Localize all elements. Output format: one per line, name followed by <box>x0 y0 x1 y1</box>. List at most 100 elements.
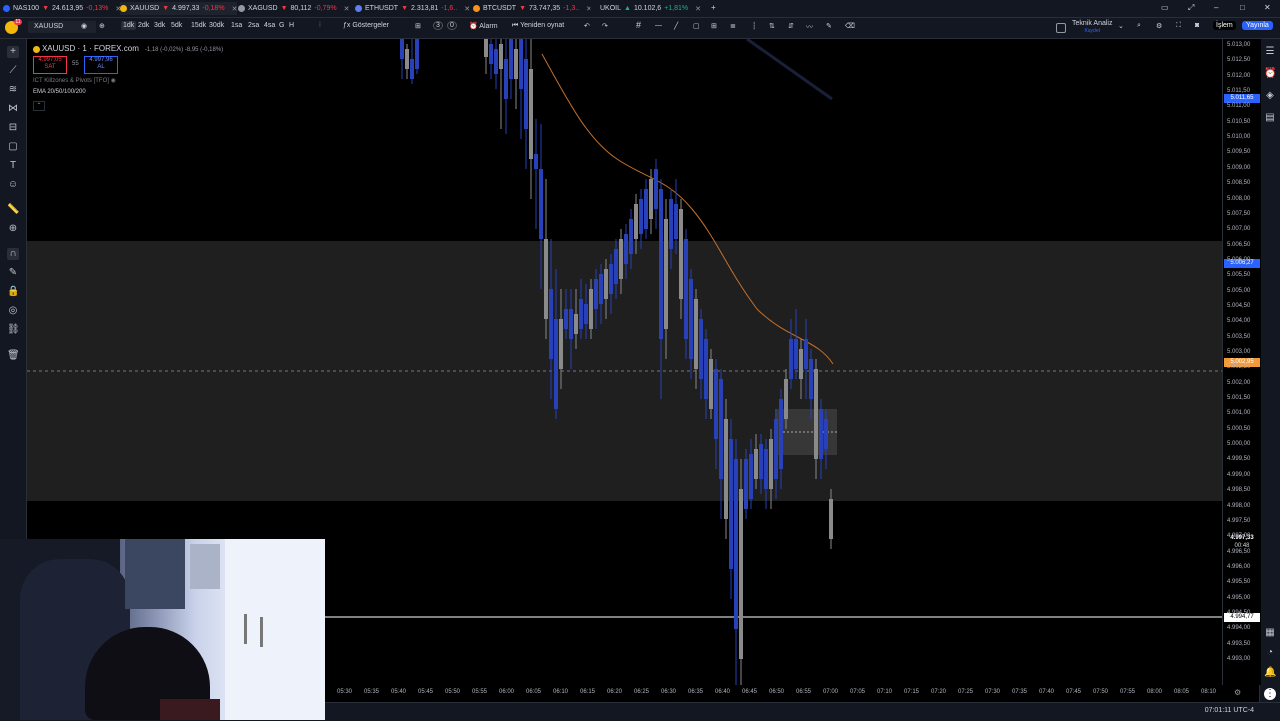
chart-type-icon[interactable]: ⫶ <box>319 22 321 30</box>
lock-icon[interactable]: 🔒 <box>7 286 19 298</box>
indicator-ema[interactable]: EMA 20/50/100/200 <box>33 89 86 95</box>
indicator-ict-killzones[interactable]: ICT Killzones & Pivots [TFO] ◉ <box>33 77 116 84</box>
clock-status[interactable]: 07:01:11 UTC-4 <box>1205 707 1254 714</box>
long-position-icon[interactable]: ⇅ <box>769 22 775 30</box>
templates-icon[interactable]: ⊞ <box>415 22 421 30</box>
time-tick-label: 07:45 <box>1066 689 1082 695</box>
eraser-tool-icon[interactable]: ⌫ <box>845 22 855 30</box>
alarm-button[interactable]: ⏰ Alarm <box>469 22 498 30</box>
brush-tool-icon[interactable]: ✎ <box>826 22 832 30</box>
rectangle-tool-icon[interactable]: ▢ <box>693 22 700 30</box>
eye-icon[interactable]: ◉ <box>111 78 116 84</box>
indicator-count-badge-2: 0 <box>447 21 457 30</box>
visibility-icon[interactable]: ◎ <box>7 305 19 317</box>
tab-nas100[interactable]: NAS100 ▼ 24.613,95 -0,13% ✕ <box>3 2 121 15</box>
analysis-checkbox[interactable] <box>1056 23 1066 33</box>
timeframe-1sa[interactable]: 1sa <box>231 22 242 29</box>
timeframe-1dk[interactable]: 1dk <box>121 21 137 30</box>
settings-icon[interactable]: ⚙ <box>1156 22 1162 30</box>
replay-label: Yeniden oynat <box>520 22 565 29</box>
tab-ukoil[interactable]: UKOIL ▲ 10.102,6 +1,81% ✕ <box>590 2 701 15</box>
trendline-tool-icon[interactable]: ╱ <box>674 22 678 30</box>
grid-tool-icon[interactable]: # <box>636 20 641 30</box>
timeframe-2dk[interactable]: 2dk <box>138 22 149 29</box>
layers-icon[interactable]: ◈ <box>1264 90 1276 102</box>
close-tab-icon[interactable]: ✕ <box>344 5 350 13</box>
price-axis[interactable]: 5.011,65 5.006,27 5.002,95 4.997,33 00:4… <box>1222 39 1261 685</box>
indicator-count-badge: 3 <box>433 21 443 30</box>
camera-icon[interactable]: ◙ <box>1195 22 1199 29</box>
ruler-icon[interactable]: 📏 <box>7 204 19 216</box>
trendline-icon[interactable]: ⟋ <box>7 65 19 77</box>
timeframe-4sa[interactable]: 4sa <box>264 22 275 29</box>
path-tool-icon[interactable]: 〰 <box>806 22 813 32</box>
trade-button[interactable]: İşlem <box>1213 21 1236 30</box>
sell-button[interactable]: 4.997,05 SAT <box>33 56 67 74</box>
close-tab-icon[interactable]: ✕ <box>464 5 470 13</box>
timeframe-G[interactable]: G <box>279 22 284 29</box>
bell-icon[interactable]: 🔔 <box>1264 667 1276 679</box>
timeframe-2sa[interactable]: 2sa <box>248 22 259 29</box>
indicators-label: Göstergeler <box>352 22 389 29</box>
tab-ethusdt[interactable]: ETHUSDT ▼ 2.313,81 -1,6.. ✕ <box>355 2 470 15</box>
minimize-icon[interactable]: – <box>1214 3 1218 12</box>
pulse-icon[interactable]: ◔ <box>1264 647 1276 659</box>
close-tab-icon[interactable]: ✕ <box>232 5 238 13</box>
timeframe-3dk[interactable]: 3dk <box>154 22 165 29</box>
watchlist-icon[interactable]: ☰ <box>1264 46 1276 58</box>
buy-button[interactable]: 4.997,96 AL <box>84 56 118 74</box>
fib-icon[interactable]: ≋ <box>7 84 19 96</box>
vertical-line-icon[interactable]: ┆ <box>752 22 756 30</box>
axis-settings-icon[interactable]: ⚙ <box>1234 688 1241 697</box>
fib-tool-icon[interactable]: ⊞ <box>711 22 717 30</box>
time-axis[interactable]: 05:30 05:35 05:40 05:45 05:50 05:55 06:00 06:05… <box>327 686 1222 701</box>
hline-tool-icon[interactable]: — <box>655 22 662 29</box>
collapse-legend-icon[interactable]: ⌃ <box>33 101 45 111</box>
publish-button[interactable]: Yayınla <box>1242 21 1273 30</box>
projection-icon[interactable]: ⊟ <box>7 122 19 134</box>
tab-xauusd[interactable]: XAUUSD ▼ 4.997,33 -0,18% ✕ <box>120 2 238 15</box>
replay-button[interactable]: ⏮ Yeniden oynat <box>512 22 564 30</box>
maximize-icon[interactable]: □ <box>1240 3 1245 12</box>
candle-body <box>564 309 568 329</box>
short-position-icon[interactable]: ⇵ <box>788 22 794 30</box>
smile-icon[interactable]: ☺ <box>7 179 19 191</box>
new-tab-button[interactable]: + <box>711 3 716 12</box>
chevron-down-icon[interactable]: ⌄ <box>1118 22 1124 30</box>
fullscreen-icon[interactable]: ⤢ <box>1188 3 1194 13</box>
pencil-lock-icon[interactable]: ✎ <box>7 267 19 279</box>
tab-btcusdt[interactable]: BTCUSDT▼73.747,35-1,3..✕ <box>473 2 592 15</box>
trash-icon[interactable]: 🗑 <box>7 350 20 362</box>
link-icon[interactable]: ⛓ <box>7 324 20 336</box>
calendar-icon[interactable]: ▦ <box>1264 627 1276 639</box>
chat-icon[interactable]: ▤ <box>1264 112 1276 124</box>
timeframe-30dk[interactable]: 30dk <box>209 22 224 29</box>
magnet-icon[interactable]: ∩ <box>7 248 19 260</box>
close-window-icon[interactable]: ✕ <box>1264 3 1271 12</box>
tab-xagusd[interactable]: XAGUSD ▼ 80,112 -0,79% ✕ <box>238 2 349 15</box>
parallel-channel-icon[interactable]: ≣ <box>730 22 736 30</box>
text-icon[interactable]: T <box>7 160 19 172</box>
candle-body <box>664 219 668 329</box>
tab-symbol: BTCUSDT <box>483 5 517 12</box>
indicators-button[interactable]: ƒx Göstergeler <box>343 22 389 29</box>
close-tab-icon[interactable]: ✕ <box>695 5 701 13</box>
redo-icon[interactable]: ↷ <box>602 22 608 30</box>
fullscreen-chart-icon[interactable]: ⛶ <box>1176 22 1181 30</box>
crosshair-icon[interactable]: + <box>7 46 19 58</box>
undo-icon[interactable]: ↶ <box>584 22 590 30</box>
zoom-icon[interactable]: ⊕ <box>7 223 19 235</box>
layout-icon[interactable]: ▭ <box>1161 3 1169 12</box>
timeframe-5dk[interactable]: 5dk <box>171 22 182 29</box>
pattern-icon[interactable]: ⋈ <box>7 103 19 115</box>
shapes-icon[interactable]: ▢ <box>7 141 19 153</box>
eye-icon[interactable]: ◉ <box>81 22 87 30</box>
alerts-icon[interactable]: ⏰ <box>1264 68 1276 80</box>
timeframe-H[interactable]: H <box>289 22 294 29</box>
search-icon[interactable]: ⌕ <box>1137 22 1141 30</box>
technical-analysis-button[interactable]: Teknik Analiz Kaydet <box>1072 20 1112 35</box>
price-tick-label: 5.010,00 <box>1227 134 1251 141</box>
compare-add-icon[interactable]: ⊕ <box>99 22 105 30</box>
timeframe-15dk[interactable]: 15dk <box>191 22 206 29</box>
apps-icon[interactable]: ⋮ <box>1264 688 1276 700</box>
